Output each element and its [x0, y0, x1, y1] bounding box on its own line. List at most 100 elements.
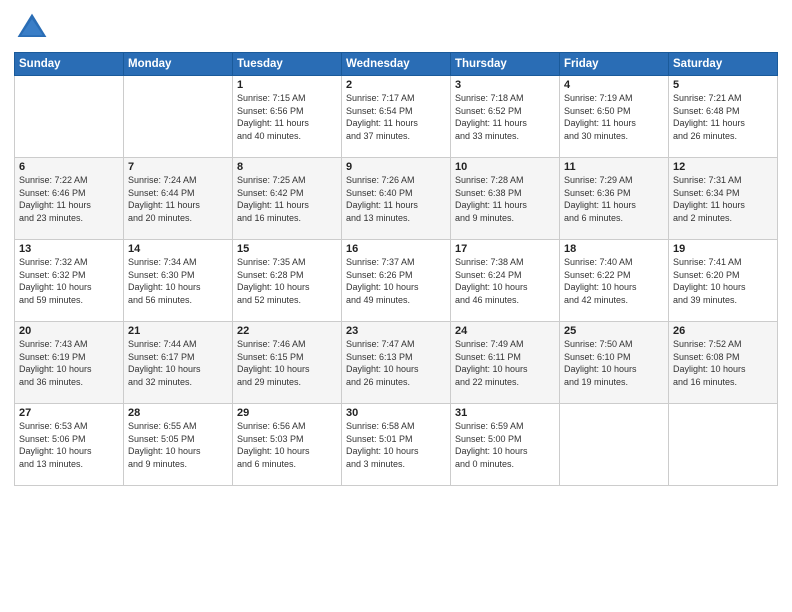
calendar-cell: 7Sunrise: 7:24 AM Sunset: 6:44 PM Daylig…	[124, 158, 233, 240]
day-number: 5	[673, 79, 773, 91]
calendar-cell: 20Sunrise: 7:43 AM Sunset: 6:19 PM Dayli…	[15, 322, 124, 404]
day-number: 25	[564, 325, 664, 337]
calendar-cell: 18Sunrise: 7:40 AM Sunset: 6:22 PM Dayli…	[560, 240, 669, 322]
day-number: 24	[455, 325, 555, 337]
calendar-cell: 25Sunrise: 7:50 AM Sunset: 6:10 PM Dayli…	[560, 322, 669, 404]
day-info: Sunrise: 7:32 AM Sunset: 6:32 PM Dayligh…	[19, 256, 119, 306]
weekday-header: Thursday	[451, 53, 560, 76]
weekday-row: SundayMondayTuesdayWednesdayThursdayFrid…	[15, 53, 778, 76]
day-info: Sunrise: 7:28 AM Sunset: 6:38 PM Dayligh…	[455, 174, 555, 224]
calendar-cell: 4Sunrise: 7:19 AM Sunset: 6:50 PM Daylig…	[560, 76, 669, 158]
calendar-cell	[560, 404, 669, 486]
day-number: 17	[455, 243, 555, 255]
logo-icon	[14, 10, 50, 46]
calendar-cell: 8Sunrise: 7:25 AM Sunset: 6:42 PM Daylig…	[233, 158, 342, 240]
calendar-cell: 31Sunrise: 6:59 AM Sunset: 5:00 PM Dayli…	[451, 404, 560, 486]
day-info: Sunrise: 7:43 AM Sunset: 6:19 PM Dayligh…	[19, 338, 119, 388]
calendar-body: 1Sunrise: 7:15 AM Sunset: 6:56 PM Daylig…	[15, 76, 778, 486]
logo	[14, 10, 54, 46]
day-number: 12	[673, 161, 773, 173]
day-number: 27	[19, 407, 119, 419]
calendar-table: SundayMondayTuesdayWednesdayThursdayFrid…	[14, 52, 778, 486]
calendar-cell: 16Sunrise: 7:37 AM Sunset: 6:26 PM Dayli…	[342, 240, 451, 322]
calendar-cell	[669, 404, 778, 486]
weekday-header: Wednesday	[342, 53, 451, 76]
calendar-cell: 28Sunrise: 6:55 AM Sunset: 5:05 PM Dayli…	[124, 404, 233, 486]
day-info: Sunrise: 7:50 AM Sunset: 6:10 PM Dayligh…	[564, 338, 664, 388]
calendar-cell: 12Sunrise: 7:31 AM Sunset: 6:34 PM Dayli…	[669, 158, 778, 240]
day-info: Sunrise: 7:25 AM Sunset: 6:42 PM Dayligh…	[237, 174, 337, 224]
day-info: Sunrise: 7:19 AM Sunset: 6:50 PM Dayligh…	[564, 92, 664, 142]
day-number: 11	[564, 161, 664, 173]
day-number: 15	[237, 243, 337, 255]
day-number: 18	[564, 243, 664, 255]
day-number: 8	[237, 161, 337, 173]
calendar-cell: 15Sunrise: 7:35 AM Sunset: 6:28 PM Dayli…	[233, 240, 342, 322]
calendar-cell: 1Sunrise: 7:15 AM Sunset: 6:56 PM Daylig…	[233, 76, 342, 158]
day-info: Sunrise: 7:18 AM Sunset: 6:52 PM Dayligh…	[455, 92, 555, 142]
day-number: 22	[237, 325, 337, 337]
weekday-header: Monday	[124, 53, 233, 76]
day-number: 30	[346, 407, 446, 419]
day-info: Sunrise: 7:31 AM Sunset: 6:34 PM Dayligh…	[673, 174, 773, 224]
day-number: 3	[455, 79, 555, 91]
day-info: Sunrise: 6:53 AM Sunset: 5:06 PM Dayligh…	[19, 420, 119, 470]
day-info: Sunrise: 7:34 AM Sunset: 6:30 PM Dayligh…	[128, 256, 228, 306]
calendar-cell: 5Sunrise: 7:21 AM Sunset: 6:48 PM Daylig…	[669, 76, 778, 158]
day-info: Sunrise: 7:15 AM Sunset: 6:56 PM Dayligh…	[237, 92, 337, 142]
day-info: Sunrise: 7:49 AM Sunset: 6:11 PM Dayligh…	[455, 338, 555, 388]
calendar-cell: 2Sunrise: 7:17 AM Sunset: 6:54 PM Daylig…	[342, 76, 451, 158]
day-number: 31	[455, 407, 555, 419]
calendar-cell: 17Sunrise: 7:38 AM Sunset: 6:24 PM Dayli…	[451, 240, 560, 322]
day-info: Sunrise: 7:35 AM Sunset: 6:28 PM Dayligh…	[237, 256, 337, 306]
calendar-week-row: 13Sunrise: 7:32 AM Sunset: 6:32 PM Dayli…	[15, 240, 778, 322]
day-info: Sunrise: 7:41 AM Sunset: 6:20 PM Dayligh…	[673, 256, 773, 306]
calendar-week-row: 6Sunrise: 7:22 AM Sunset: 6:46 PM Daylig…	[15, 158, 778, 240]
calendar-cell: 29Sunrise: 6:56 AM Sunset: 5:03 PM Dayli…	[233, 404, 342, 486]
day-info: Sunrise: 7:26 AM Sunset: 6:40 PM Dayligh…	[346, 174, 446, 224]
calendar-cell: 21Sunrise: 7:44 AM Sunset: 6:17 PM Dayli…	[124, 322, 233, 404]
day-info: Sunrise: 7:22 AM Sunset: 6:46 PM Dayligh…	[19, 174, 119, 224]
day-number: 2	[346, 79, 446, 91]
day-number: 4	[564, 79, 664, 91]
weekday-header: Sunday	[15, 53, 124, 76]
calendar-cell: 23Sunrise: 7:47 AM Sunset: 6:13 PM Dayli…	[342, 322, 451, 404]
day-info: Sunrise: 6:56 AM Sunset: 5:03 PM Dayligh…	[237, 420, 337, 470]
day-info: Sunrise: 7:21 AM Sunset: 6:48 PM Dayligh…	[673, 92, 773, 142]
calendar-cell: 3Sunrise: 7:18 AM Sunset: 6:52 PM Daylig…	[451, 76, 560, 158]
day-info: Sunrise: 7:29 AM Sunset: 6:36 PM Dayligh…	[564, 174, 664, 224]
page: SundayMondayTuesdayWednesdayThursdayFrid…	[0, 0, 792, 612]
day-number: 16	[346, 243, 446, 255]
day-info: Sunrise: 7:52 AM Sunset: 6:08 PM Dayligh…	[673, 338, 773, 388]
weekday-header: Tuesday	[233, 53, 342, 76]
day-info: Sunrise: 6:55 AM Sunset: 5:05 PM Dayligh…	[128, 420, 228, 470]
day-info: Sunrise: 6:58 AM Sunset: 5:01 PM Dayligh…	[346, 420, 446, 470]
day-number: 6	[19, 161, 119, 173]
day-info: Sunrise: 7:40 AM Sunset: 6:22 PM Dayligh…	[564, 256, 664, 306]
calendar-cell: 11Sunrise: 7:29 AM Sunset: 6:36 PM Dayli…	[560, 158, 669, 240]
day-number: 7	[128, 161, 228, 173]
day-number: 28	[128, 407, 228, 419]
day-info: Sunrise: 7:37 AM Sunset: 6:26 PM Dayligh…	[346, 256, 446, 306]
header	[14, 10, 778, 46]
calendar-cell: 30Sunrise: 6:58 AM Sunset: 5:01 PM Dayli…	[342, 404, 451, 486]
calendar-week-row: 27Sunrise: 6:53 AM Sunset: 5:06 PM Dayli…	[15, 404, 778, 486]
calendar-cell: 10Sunrise: 7:28 AM Sunset: 6:38 PM Dayli…	[451, 158, 560, 240]
day-number: 1	[237, 79, 337, 91]
day-number: 21	[128, 325, 228, 337]
weekday-header: Friday	[560, 53, 669, 76]
day-number: 23	[346, 325, 446, 337]
calendar-cell: 14Sunrise: 7:34 AM Sunset: 6:30 PM Dayli…	[124, 240, 233, 322]
calendar-cell: 13Sunrise: 7:32 AM Sunset: 6:32 PM Dayli…	[15, 240, 124, 322]
day-number: 10	[455, 161, 555, 173]
day-info: Sunrise: 7:17 AM Sunset: 6:54 PM Dayligh…	[346, 92, 446, 142]
calendar-cell: 26Sunrise: 7:52 AM Sunset: 6:08 PM Dayli…	[669, 322, 778, 404]
calendar-cell	[15, 76, 124, 158]
day-info: Sunrise: 7:24 AM Sunset: 6:44 PM Dayligh…	[128, 174, 228, 224]
day-number: 26	[673, 325, 773, 337]
day-number: 29	[237, 407, 337, 419]
calendar-cell	[124, 76, 233, 158]
day-info: Sunrise: 7:46 AM Sunset: 6:15 PM Dayligh…	[237, 338, 337, 388]
calendar-week-row: 1Sunrise: 7:15 AM Sunset: 6:56 PM Daylig…	[15, 76, 778, 158]
calendar-cell: 24Sunrise: 7:49 AM Sunset: 6:11 PM Dayli…	[451, 322, 560, 404]
